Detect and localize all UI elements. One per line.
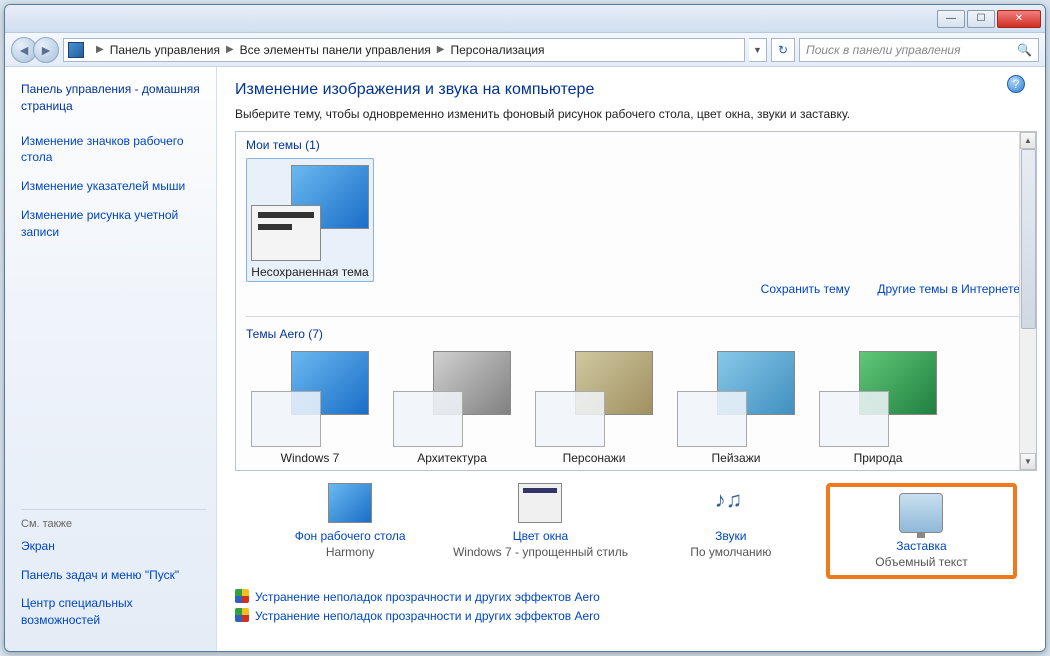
theme-label: Персонажи [530, 451, 658, 465]
aero-themes-label: Темы Aero (7) [246, 327, 1026, 341]
theme-links: Сохранить тему Другие темы в Интернете [737, 282, 1020, 296]
see-also-ease-of-access[interactable]: Центр специальных возможностей [21, 595, 206, 629]
themes-panel: Мои темы (1) Несохраненная тема Сохранит… [235, 131, 1037, 471]
control-panel-window: — ☐ ✕ ◄ ► ▶ Панель управления ▶ Все элем… [4, 4, 1046, 652]
sounds-icon [709, 483, 753, 523]
screensaver-icon [899, 493, 943, 533]
chevron-right-icon: ▶ [226, 44, 234, 55]
troubleshoot-aero-link[interactable]: Устранение неполадок прозрачности и друг… [235, 608, 1037, 623]
control-panel-icon [68, 42, 84, 58]
my-themes-row: Несохраненная тема [246, 158, 1026, 282]
body: Панель управления - домашняя страница Из… [5, 67, 1045, 651]
search-icon: 🔍 [1017, 43, 1032, 57]
theme-thumb-icon [677, 351, 795, 447]
theme-label: Архитектура [388, 451, 516, 465]
action-label: Цвет окна [445, 529, 635, 543]
sidebar-home-link[interactable]: Панель управления - домашняя страница [21, 81, 206, 115]
action-sub: Объемный текст [834, 555, 1009, 569]
forward-button[interactable]: ► [33, 37, 59, 63]
theme-windows7[interactable]: Windows 7 [246, 347, 374, 465]
address-dropdown[interactable]: ▼ [749, 38, 767, 62]
theme-nature[interactable]: Природа [814, 347, 942, 465]
window-color-icon [518, 483, 562, 523]
desktop-background-icon [328, 483, 372, 523]
see-also-label: См. также [21, 509, 206, 530]
shield-icon [235, 589, 249, 603]
sidebar-link-account-picture[interactable]: Изменение рисунка учетной записи [21, 207, 206, 241]
theme-label: Пейзажи [672, 451, 800, 465]
see-also-taskbar[interactable]: Панель задач и меню "Пуск" [21, 567, 206, 584]
scroll-up-button[interactable]: ▲ [1020, 132, 1036, 149]
close-button[interactable]: ✕ [997, 10, 1041, 28]
sidebar-link-desktop-icons[interactable]: Изменение значков рабочего стола [21, 133, 206, 167]
scroll-down-button[interactable]: ▼ [1020, 453, 1036, 470]
search-input[interactable]: Поиск в панели управления 🔍 [799, 38, 1039, 62]
action-desktop-background[interactable]: Фон рабочего стола Harmony [255, 483, 445, 579]
maximize-button[interactable]: ☐ [967, 10, 995, 28]
theme-label: Природа [814, 451, 942, 465]
sidebar-link-mouse-pointers[interactable]: Изменение указателей мыши [21, 178, 206, 195]
page-title: Изменение изображения и звука на компьют… [235, 81, 1037, 99]
help-icon[interactable]: ? [1007, 75, 1025, 93]
breadcrumb-personalization[interactable]: Персонализация [450, 43, 544, 57]
titlebar: — ☐ ✕ [5, 5, 1045, 33]
troubleshoot-links: Устранение неполадок прозрачности и друг… [235, 589, 1037, 623]
action-label: Заставка [834, 539, 1009, 553]
theme-architecture[interactable]: Архитектура [388, 347, 516, 465]
main-content: ? Изменение изображения и звука на компь… [217, 67, 1045, 651]
page-subtitle: Выберите тему, чтобы одновременно измени… [235, 107, 1037, 121]
action-screensaver[interactable]: Заставка Объемный текст [826, 483, 1017, 579]
theme-thumb-icon [251, 351, 369, 447]
theme-thumb-icon [393, 351, 511, 447]
theme-label: Несохраненная тема [249, 265, 371, 279]
theme-landscapes[interactable]: Пейзажи [672, 347, 800, 465]
action-sub: Harmony [255, 545, 445, 559]
save-theme-link[interactable]: Сохранить тему [761, 282, 850, 296]
theme-thumb-icon [251, 165, 369, 261]
troubleshoot-aero-link[interactable]: Устранение неполадок прозрачности и друг… [235, 589, 1037, 604]
separator [246, 316, 1026, 317]
action-sub: Windows 7 - упрощенный стиль [445, 545, 635, 559]
theme-unsaved[interactable]: Несохраненная тема [246, 158, 374, 282]
chevron-right-icon: ▶ [96, 44, 104, 55]
scroll-thumb[interactable] [1021, 149, 1036, 329]
action-sub: По умолчанию [636, 545, 826, 559]
action-label: Звуки [636, 529, 826, 543]
theme-thumb-icon [535, 351, 653, 447]
address-bar[interactable]: ▶ Панель управления ▶ Все элементы панел… [63, 38, 745, 62]
see-also-display[interactable]: Экран [21, 538, 206, 555]
nav-buttons: ◄ ► [11, 37, 59, 63]
breadcrumb-all-items[interactable]: Все элементы панели управления [240, 43, 431, 57]
navbar: ◄ ► ▶ Панель управления ▶ Все элементы п… [5, 33, 1045, 67]
vertical-scrollbar[interactable]: ▲ ▼ [1019, 132, 1036, 470]
shield-icon [235, 608, 249, 622]
bottom-actions: Фон рабочего стола Harmony Цвет окна Win… [235, 483, 1037, 579]
breadcrumb-control-panel[interactable]: Панель управления [110, 43, 220, 57]
minimize-button[interactable]: — [937, 10, 965, 28]
action-sounds[interactable]: Звуки По умолчанию [636, 483, 826, 579]
theme-thumb-icon [819, 351, 937, 447]
sidebar: Панель управления - домашняя страница Из… [5, 67, 217, 651]
search-placeholder: Поиск в панели управления [806, 43, 961, 57]
aero-themes-row: Windows 7 Архитектура Персонажи Пейзажи [246, 347, 1026, 465]
my-themes-label: Мои темы (1) [246, 138, 1026, 152]
theme-characters[interactable]: Персонажи [530, 347, 658, 465]
more-themes-link[interactable]: Другие темы в Интернете [877, 282, 1020, 296]
action-label: Фон рабочего стола [255, 529, 445, 543]
refresh-button[interactable]: ↻ [771, 38, 795, 62]
action-window-color[interactable]: Цвет окна Windows 7 - упрощенный стиль [445, 483, 635, 579]
theme-label: Windows 7 [246, 451, 374, 465]
chevron-right-icon: ▶ [437, 44, 445, 55]
